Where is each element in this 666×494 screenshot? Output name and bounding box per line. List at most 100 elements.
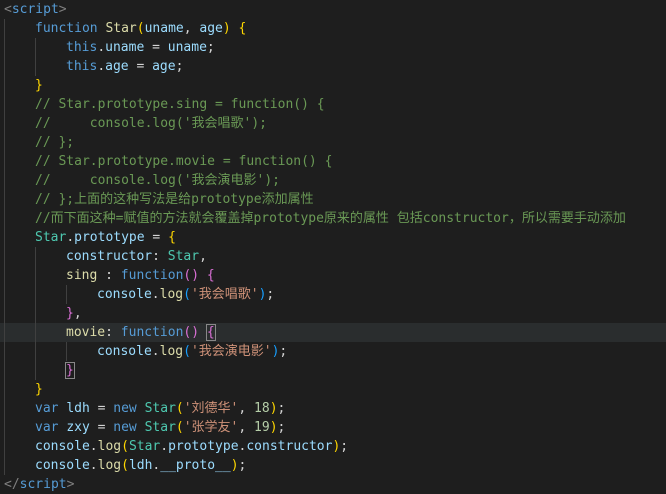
code-token: this — [66, 59, 98, 74]
code-token: </ — [4, 477, 20, 492]
code-token: age — [152, 59, 176, 74]
code-line[interactable]: } — [0, 380, 666, 399]
code-token: // };上面的这种写法是给prototype添加属性 — [35, 192, 314, 207]
code-token: = — [89, 401, 114, 416]
code-line[interactable]: } — [0, 76, 666, 95]
code-line[interactable]: </script> — [0, 475, 666, 494]
code-token: Star — [35, 230, 67, 245]
code-token: ; — [277, 420, 286, 435]
code-token: , — [73, 306, 82, 321]
code-token: ; — [277, 401, 286, 416]
code-token: . — [89, 458, 98, 473]
code-text: </script> — [4, 477, 74, 492]
code-token: . — [151, 344, 160, 359]
code-token: . — [97, 59, 106, 74]
indent-guide — [4, 266, 5, 285]
code-line[interactable]: this.uname = uname; — [0, 38, 666, 57]
indent-guide — [4, 38, 5, 57]
code-token: ; — [206, 40, 215, 55]
code-token: uname — [167, 40, 207, 55]
code-token: , — [238, 401, 255, 416]
indent-guide — [35, 304, 36, 323]
code-token: var — [35, 401, 67, 416]
indent-guide — [4, 380, 5, 399]
code-token: function — [120, 325, 184, 340]
code-line[interactable]: // }; — [0, 133, 666, 152]
indent-guide — [35, 57, 36, 76]
code-token: ) — [269, 420, 278, 435]
code-token: { — [206, 268, 215, 283]
indent-guide — [4, 190, 5, 209]
code-line[interactable]: } — [0, 361, 666, 380]
code-token: } — [65, 362, 75, 379]
indent-guide — [4, 456, 5, 475]
code-text: this.age = age; — [4, 59, 183, 74]
code-text: var ldh = new Star('刘德华', 18); — [4, 401, 285, 416]
code-line[interactable]: console.log(ldh.__proto__); — [0, 456, 666, 475]
code-token: '我会演电影' — [190, 344, 272, 359]
code-line[interactable]: // console.log('我会唱歌'); — [0, 114, 666, 133]
code-text: } — [4, 78, 43, 93]
code-token: constructor — [246, 439, 333, 454]
code-line[interactable]: }, — [0, 304, 666, 323]
code-line[interactable]: console.log('我会唱歌'); — [0, 285, 666, 304]
code-line[interactable]: constructor: Star, — [0, 247, 666, 266]
code-line[interactable]: // Star.prototype.movie = function() { — [0, 152, 666, 171]
code-token: 18 — [254, 401, 270, 416]
code-token: sing — [66, 268, 98, 283]
code-line[interactable]: console.log('我会演电影'); — [0, 342, 666, 361]
code-token: Star — [128, 439, 161, 454]
code-line[interactable]: // Star.prototype.sing = function() { — [0, 95, 666, 114]
code-token: = — [144, 230, 169, 245]
code-line[interactable]: <script> — [0, 0, 666, 19]
code-line[interactable]: movie: function() { — [0, 323, 666, 342]
code-token: uname — [144, 21, 184, 36]
code-line[interactable]: //而下面这种=赋值的方法就会覆盖掉prototype原来的属性 包括const… — [0, 209, 666, 228]
code-line[interactable]: var zxy = new Star('张学友', 19); — [0, 418, 666, 437]
code-token: : — [152, 249, 168, 264]
code-token: console — [35, 458, 90, 473]
code-token: movie — [66, 325, 106, 340]
indent-guide — [4, 437, 5, 456]
code-token: ) — [230, 458, 239, 473]
indent-guide — [4, 418, 5, 437]
code-text: // console.log('我会演电影'); — [4, 173, 280, 188]
code-line[interactable]: sing : function() { — [0, 266, 666, 285]
code-token: . — [160, 439, 169, 454]
code-token: function — [35, 21, 106, 36]
code-token: , — [238, 420, 255, 435]
indent-guide — [4, 399, 5, 418]
code-token: ( — [175, 420, 184, 435]
code-text: } — [4, 382, 43, 397]
code-editor[interactable]: <script> function Star(uname, age) {this.… — [0, 0, 666, 492]
code-token: , — [183, 21, 200, 36]
code-token: log — [97, 458, 122, 473]
code-line[interactable]: var ldh = new Star('刘德华', 18); — [0, 399, 666, 418]
indent-guide — [4, 361, 5, 380]
code-token: console — [97, 287, 152, 302]
indent-guide — [4, 247, 5, 266]
code-line[interactable]: console.log(Star.prototype.constructor); — [0, 437, 666, 456]
code-line[interactable]: this.age = age; — [0, 57, 666, 76]
code-token: } — [35, 78, 43, 93]
code-token: // Star.prototype.sing = function() { — [35, 97, 325, 112]
indent-guide — [35, 38, 36, 57]
code-token: ) — [222, 21, 231, 36]
code-line[interactable]: function Star(uname, age) { — [0, 19, 666, 38]
code-token: log — [159, 344, 184, 359]
code-line[interactable]: Star.prototype = { — [0, 228, 666, 247]
code-line[interactable]: // console.log('我会演电影'); — [0, 171, 666, 190]
code-text: var zxy = new Star('张学友', 19); — [4, 420, 285, 435]
code-text: // };上面的这种写法是给prototype添加属性 — [4, 192, 314, 207]
code-token: ldh — [128, 458, 153, 473]
indent-guide — [4, 342, 5, 361]
code-token: log — [159, 287, 184, 302]
code-token: ; — [279, 344, 288, 359]
indent-guide — [4, 304, 5, 323]
code-line[interactable]: // };上面的这种写法是给prototype添加属性 — [0, 190, 666, 209]
code-token: ; — [175, 59, 184, 74]
code-text: //而下面这种=赋值的方法就会覆盖掉prototype原来的属性 包括const… — [4, 211, 626, 226]
indent-guide — [4, 114, 5, 133]
code-token: . — [151, 287, 160, 302]
code-token: //而下面这种=赋值的方法就会覆盖掉prototype原来的属性 包括const… — [35, 211, 626, 226]
